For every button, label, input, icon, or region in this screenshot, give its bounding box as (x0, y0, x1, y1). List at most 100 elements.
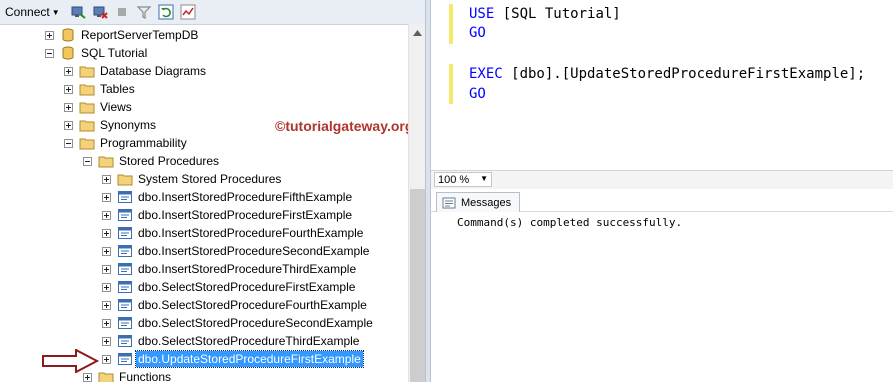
tree-node-stored-procedure[interactable]: dbo.SelectStoredProcedureFirstExample (102, 278, 357, 296)
collapse-icon[interactable] (64, 138, 73, 148)
results-pane: Messages Command(s) completed successful… (431, 189, 893, 382)
tree-node-stored-procedure[interactable]: dbo.InsertStoredProcedureFifthExample (102, 188, 354, 206)
collapse-icon[interactable] (45, 48, 54, 58)
expand-icon[interactable] (102, 246, 111, 256)
expand-icon[interactable] (102, 300, 111, 310)
code-line-4: EXEC [dbo].[UpdateStoredProcedureFirstEx… (469, 66, 865, 82)
tree-node-label: dbo.InsertStoredProcedureThirdExample (138, 262, 357, 276)
tree-node-label: Functions (119, 370, 172, 382)
folder-icon (98, 153, 114, 169)
expand-icon[interactable] (83, 372, 92, 382)
tree-node-stored-procedure[interactable]: dbo.SelectStoredProcedureFourthExample (102, 296, 369, 314)
watermark: ©tutorialgateway.org (275, 118, 414, 134)
tree-node-synonyms[interactable]: Synonyms (64, 116, 158, 134)
expand-icon[interactable] (102, 282, 111, 292)
tree-scrollbar[interactable] (408, 24, 425, 382)
query-editor[interactable]: USE [SQL Tutorial] GO EXEC [dbo].[Update… (431, 0, 893, 170)
editor-zoom-bar: 100 % ▼ (431, 170, 893, 189)
tree-node-label: dbo.InsertStoredProcedureFifthExample (138, 190, 353, 204)
sql-text: [dbo].[UpdateStoredProcedureFirstExample… (502, 66, 866, 82)
messages-icon (441, 195, 457, 211)
stored-procedure-icon (117, 297, 133, 313)
database-icon (60, 45, 76, 61)
connect-object-explorer-icon[interactable] (70, 4, 86, 20)
tree-node-label: ReportServerTempDB (81, 28, 199, 42)
tree-node-label: Tables (100, 82, 135, 96)
tree-node-label: Stored Procedures (119, 154, 220, 168)
zoom-value: 100 % (438, 173, 470, 186)
expand-icon[interactable] (102, 318, 111, 328)
pointer-arrow-icon (42, 349, 100, 373)
tree-node-stored-procedure[interactable]: dbo.SelectStoredProcedureSecondExample (102, 314, 375, 332)
expand-icon[interactable] (64, 120, 73, 130)
chevron-down-icon: ▼ (51, 7, 60, 17)
tree-node-label: dbo.InsertStoredProcedureFourthExample (138, 226, 364, 240)
collapse-icon[interactable] (83, 156, 92, 166)
tab-messages-label: Messages (461, 196, 512, 209)
tree-node-label: dbo.SelectStoredProcedureFirstExample (138, 280, 356, 294)
tree-node-label: Views (100, 100, 132, 114)
tree-node-label: dbo.SelectStoredProcedureSecondExample (138, 316, 373, 330)
object-explorer-toolbar: Connect ▼ (0, 0, 425, 25)
object-explorer-tree: ReportServerTempDB SQL Tutorial Database… (0, 24, 408, 382)
activity-monitor-icon[interactable] (180, 4, 196, 20)
tree-node-label: Synonyms (100, 118, 157, 132)
expand-icon[interactable] (102, 174, 111, 184)
scrollbar-thumb[interactable] (410, 189, 425, 382)
refresh-icon[interactable] (158, 4, 174, 20)
results-tabstrip: Messages (431, 189, 893, 212)
stop-icon[interactable] (114, 4, 130, 20)
disconnect-icon[interactable] (92, 4, 108, 20)
tree-node-stored-procedure[interactable]: dbo.InsertStoredProcedureFirstExample (102, 206, 354, 224)
scroll-up-icon[interactable] (409, 24, 425, 41)
expand-icon[interactable] (102, 264, 111, 274)
change-marker (449, 4, 453, 44)
tree-node-label: SQL Tutorial (81, 46, 148, 60)
expand-icon[interactable] (102, 228, 111, 238)
folder-icon (117, 171, 133, 187)
code-line-2: GO (469, 25, 486, 41)
tree-node-label: dbo.InsertStoredProcedureSecondExample (138, 244, 370, 258)
sql-keyword: EXEC (469, 66, 503, 82)
expand-icon[interactable] (64, 84, 73, 94)
tree-node-label: System Stored Procedures (138, 172, 282, 186)
folder-icon (79, 81, 95, 97)
stored-procedure-icon (117, 225, 133, 241)
stored-procedure-icon (117, 243, 133, 259)
result-message: Command(s) completed successfully. (457, 216, 683, 229)
folder-icon (79, 117, 95, 133)
expand-icon[interactable] (64, 102, 73, 112)
tree-node-stored-procedure[interactable]: dbo.InsertStoredProcedureSecondExample (102, 242, 371, 260)
sql-keyword: USE (469, 6, 495, 22)
tree-node-label: dbo.SelectStoredProcedureFourthExample (138, 298, 367, 312)
tree-node-stored-procedure[interactable]: dbo.InsertStoredProcedureFourthExample (102, 224, 365, 242)
tree-node-label: Database Diagrams (100, 64, 207, 78)
tree-node-stored-procedures[interactable]: Stored Procedures (83, 152, 221, 170)
folder-icon (79, 99, 95, 115)
zoom-dropdown[interactable]: 100 % ▼ (434, 172, 492, 187)
tree-node-tables[interactable]: Tables (64, 80, 137, 98)
stored-procedure-icon (117, 333, 133, 349)
tree-node-programmability[interactable]: Programmability (64, 134, 189, 152)
expand-icon[interactable] (102, 354, 111, 364)
tree-node-views[interactable]: Views (64, 98, 134, 116)
connect-button[interactable]: Connect ▼ (5, 5, 60, 19)
change-marker (449, 64, 453, 104)
tree-node-stored-procedure[interactable]: dbo.SelectStoredProcedureThirdExample (102, 332, 361, 350)
stored-procedure-icon (117, 279, 133, 295)
tree-node-reportservertempdb[interactable]: ReportServerTempDB (45, 26, 200, 44)
expand-icon[interactable] (102, 192, 111, 202)
tab-messages[interactable]: Messages (436, 192, 521, 212)
expand-icon[interactable] (45, 30, 54, 40)
tree-node-database-diagrams[interactable]: Database Diagrams (64, 62, 208, 80)
tree-node-stored-procedure[interactable]: dbo.InsertStoredProcedureThirdExample (102, 260, 358, 278)
stored-procedure-icon (117, 261, 133, 277)
expand-icon[interactable] (102, 336, 111, 346)
filter-icon[interactable] (136, 4, 152, 20)
expand-icon[interactable] (64, 66, 73, 76)
tree-node-system-stored-procedures[interactable]: System Stored Procedures (102, 170, 283, 188)
tree-node-label: dbo.UpdateStoredProcedureFirstExample (135, 350, 364, 368)
tree-node-stored-procedure-selected[interactable]: dbo.UpdateStoredProcedureFirstExample (102, 350, 364, 368)
tree-node-sql-tutorial[interactable]: SQL Tutorial (45, 44, 149, 62)
expand-icon[interactable] (102, 210, 111, 220)
